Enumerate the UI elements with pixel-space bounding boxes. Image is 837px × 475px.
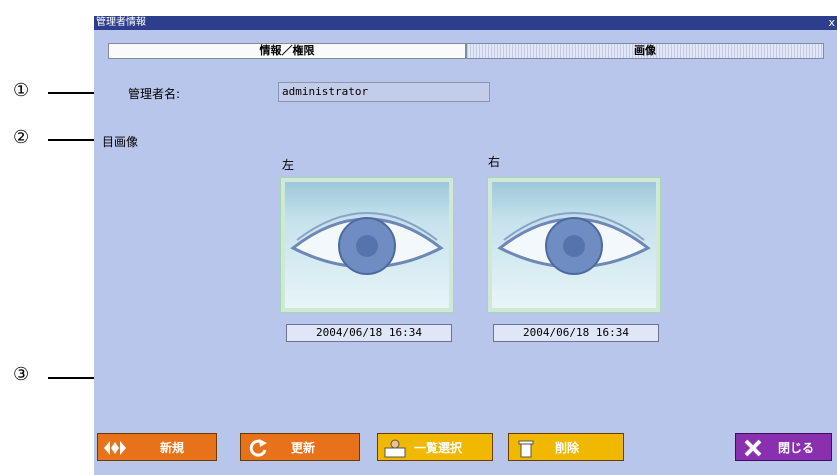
trash-icon: [518, 440, 534, 458]
eye-icon: [497, 212, 651, 275]
right-eye-label: 右: [488, 155, 501, 169]
close-button[interactable]: 閉じる: [735, 433, 832, 461]
refresh-button-label: 更新: [291, 441, 316, 455]
left-eye-image[interactable]: [280, 177, 454, 313]
close-icon[interactable]: x: [828, 16, 835, 30]
title-bar: 管理者情報 x: [94, 16, 837, 30]
close-x-icon: [744, 439, 762, 457]
right-eye-timestamp: 2004/06/18 16:34: [493, 324, 659, 342]
user-list-icon: [384, 439, 406, 458]
tab-info-permissions[interactable]: 情報／権限: [108, 43, 466, 59]
eye-icon: [290, 212, 444, 275]
right-eye-image[interactable]: [487, 177, 661, 313]
list-select-button-label: 一覧選択: [414, 441, 463, 455]
callout-2: ②: [13, 127, 30, 148]
callout-1: ①: [13, 80, 30, 101]
tab-image[interactable]: 画像: [466, 43, 824, 59]
window-title: 管理者情報: [96, 17, 146, 28]
admin-info-window: 管理者情報 x 情報／権限 画像 管理者名: administrator 目画像…: [94, 16, 837, 475]
left-eye-timestamp: 2004/06/18 16:34: [286, 324, 452, 342]
diamond-arrows-icon: [104, 441, 126, 455]
new-button[interactable]: 新規: [97, 433, 217, 461]
left-eye-label: 左: [282, 158, 295, 172]
new-button-label: 新規: [160, 441, 185, 455]
tab-bar: 情報／権限 画像: [108, 43, 824, 59]
admin-name-label: 管理者名:: [128, 87, 181, 101]
callout-3: ③: [13, 364, 30, 385]
refresh-icon: [249, 439, 267, 457]
delete-button-label: 削除: [555, 441, 580, 455]
close-button-label: 閉じる: [778, 441, 815, 455]
leader-line-2: [48, 139, 100, 141]
refresh-button[interactable]: 更新: [240, 433, 360, 461]
eye-image-label: 目画像: [102, 135, 139, 149]
delete-button[interactable]: 削除: [508, 433, 624, 461]
list-select-button[interactable]: 一覧選択: [377, 433, 493, 461]
admin-name-field[interactable]: administrator: [278, 82, 490, 102]
